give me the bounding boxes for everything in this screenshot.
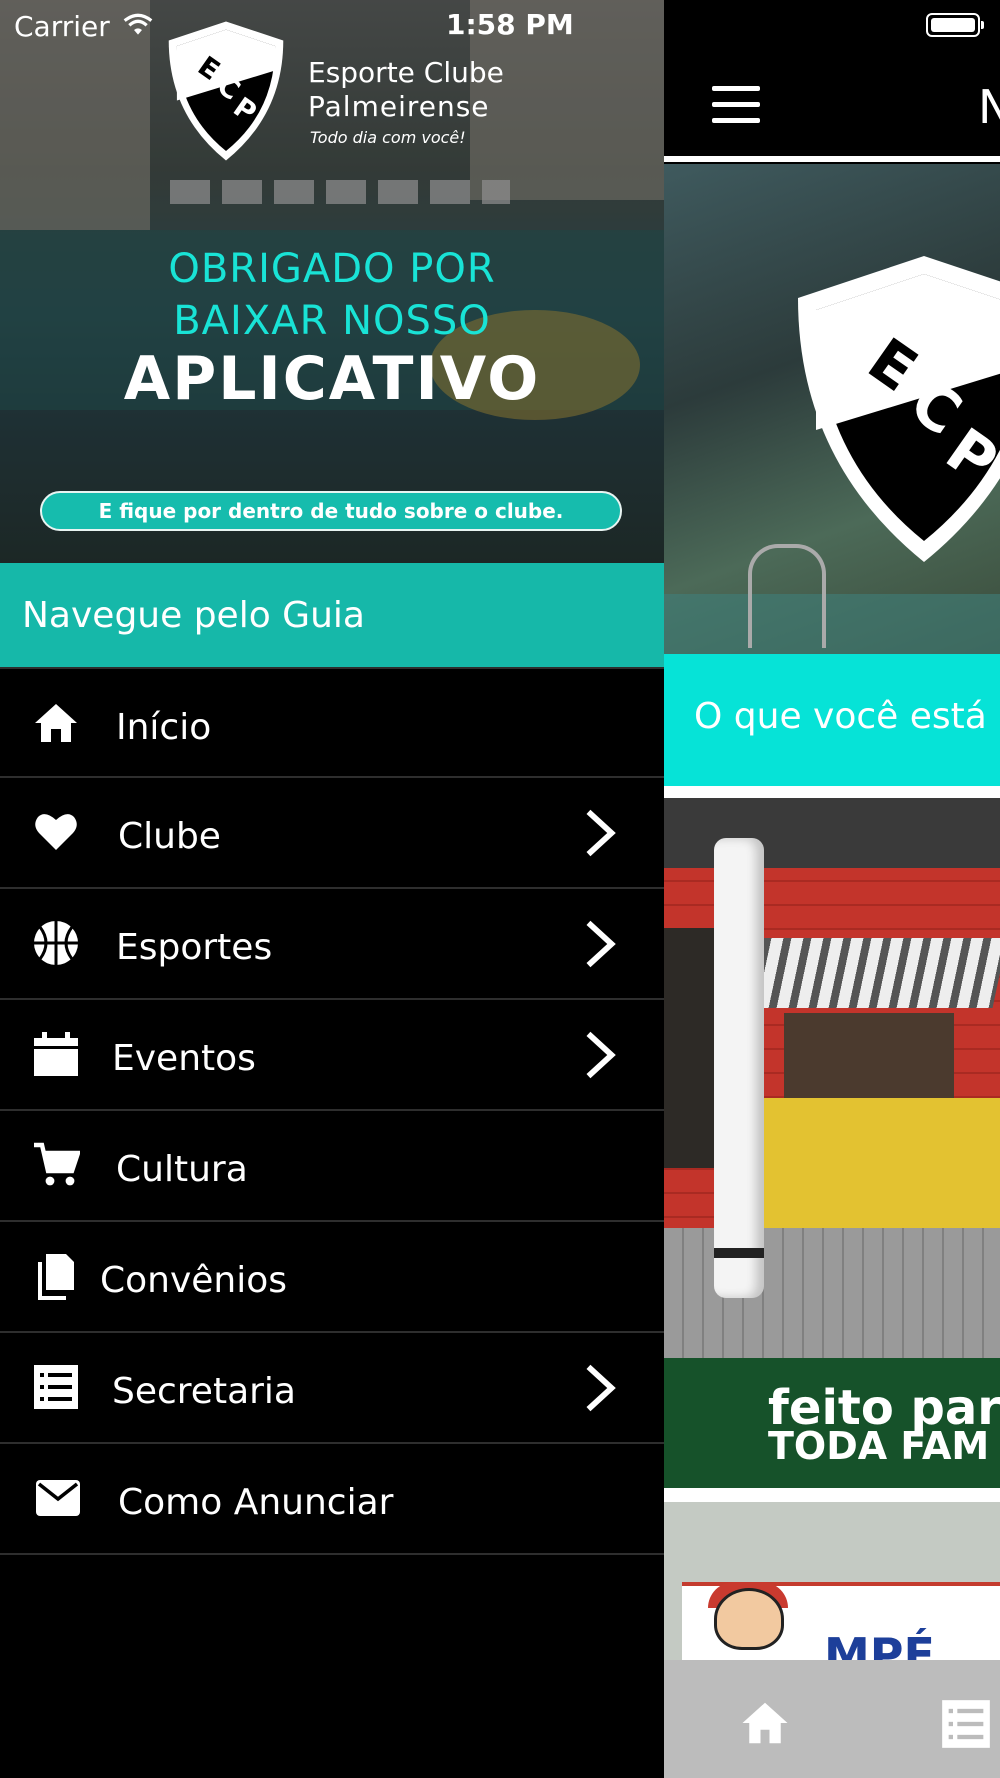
promo-banner-line2: TODA FAM <box>768 1424 990 1468</box>
main-screen: N E C P O que você está p feito para TOD… <box>664 0 1000 1778</box>
club-shield-logo: E C P <box>168 21 284 161</box>
club-shield-logo: E C P <box>798 256 1000 562</box>
guide-title: Navegue pelo Guia <box>22 595 365 636</box>
basketball-icon <box>34 921 78 965</box>
menu-item-label: Clube <box>118 816 221 857</box>
menu-item-label: Secretaria <box>112 1371 296 1412</box>
menu-item-cultura[interactable]: Cultura <box>0 1111 664 1222</box>
menu-item-clube[interactable]: Clube <box>0 778 664 889</box>
chevron-right-icon <box>586 920 616 968</box>
top-nav-bar: N <box>664 52 1000 162</box>
club-name-line1: Esporte Clube <box>308 56 504 89</box>
thanks-message-line2: BAIXAR NOSSO <box>173 298 491 344</box>
chevron-right-icon <box>586 1364 616 1412</box>
hero-image: E C P <box>664 164 1000 654</box>
menu-item-inicio[interactable]: Início <box>0 667 664 778</box>
menu-item-secretaria[interactable]: Secretaria <box>0 1333 664 1444</box>
search-prompt-text: O que você está p <box>694 696 1000 737</box>
menu-item-label: Cultura <box>116 1149 248 1190</box>
chevron-right-icon <box>586 1031 616 1079</box>
list-icon[interactable] <box>940 1698 992 1750</box>
club-name-line2: Palmeirense <box>308 90 490 123</box>
drawer-banner: Carrier 1:58 PM E C P Esporte Clube Palm… <box>0 0 664 563</box>
ad-character <box>714 1588 784 1650</box>
search-prompt-bar[interactable]: O que você está p <box>664 654 1000 786</box>
promo-banner[interactable]: feito para TODA FAM <box>664 1358 1000 1488</box>
menu-item-esportes[interactable]: Esportes <box>0 889 664 1000</box>
nav-title: N <box>978 80 1000 134</box>
tab-bar <box>664 1660 1000 1778</box>
thanks-message-line1: OBRIGADO POR <box>168 246 496 292</box>
menu-item-label: Esportes <box>116 927 273 968</box>
menu-item-eventos[interactable]: Eventos <box>0 1000 664 1111</box>
side-drawer: Carrier 1:58 PM E C P Esporte Clube Palm… <box>0 0 664 1778</box>
chevron-right-icon <box>586 809 616 857</box>
menu-item-label: Início <box>116 707 212 748</box>
menu-item-convenios[interactable]: Convênios <box>0 1222 664 1333</box>
ad-banner[interactable]: MPÉ <box>664 1502 1000 1682</box>
menu-item-label: Como Anunciar <box>118 1482 394 1523</box>
calendar-icon <box>34 1032 78 1076</box>
battery-icon <box>926 13 984 37</box>
carrier-label: Carrier <box>14 10 110 43</box>
guide-header: Navegue pelo Guia <box>0 563 664 667</box>
heart-icon <box>35 814 77 850</box>
status-bar-right <box>664 0 1000 52</box>
document-icon <box>38 1254 74 1300</box>
thanks-message-line3: APLICATIVO <box>123 344 541 414</box>
drawer-menu: Início Clube Esportes Eventos Cultura Co… <box>0 667 664 1555</box>
menu-item-como-anunciar[interactable]: Como Anunciar <box>0 1444 664 1555</box>
info-pill: E fique por dentro de tudo sobre o clube… <box>40 491 622 531</box>
menu-item-label: Convênios <box>100 1260 288 1301</box>
mail-icon <box>36 1480 80 1516</box>
home-icon <box>35 704 77 742</box>
clock: 1:58 PM <box>446 8 574 41</box>
list-icon <box>34 1365 78 1409</box>
menu-item-label: Eventos <box>112 1038 256 1079</box>
hamburger-menu-icon[interactable] <box>712 86 760 124</box>
club-tagline: Todo dia com você! <box>310 128 466 147</box>
home-icon[interactable] <box>738 1696 792 1750</box>
club-photo <box>664 798 1000 1358</box>
wifi-icon <box>123 13 153 35</box>
cart-icon <box>34 1142 80 1186</box>
